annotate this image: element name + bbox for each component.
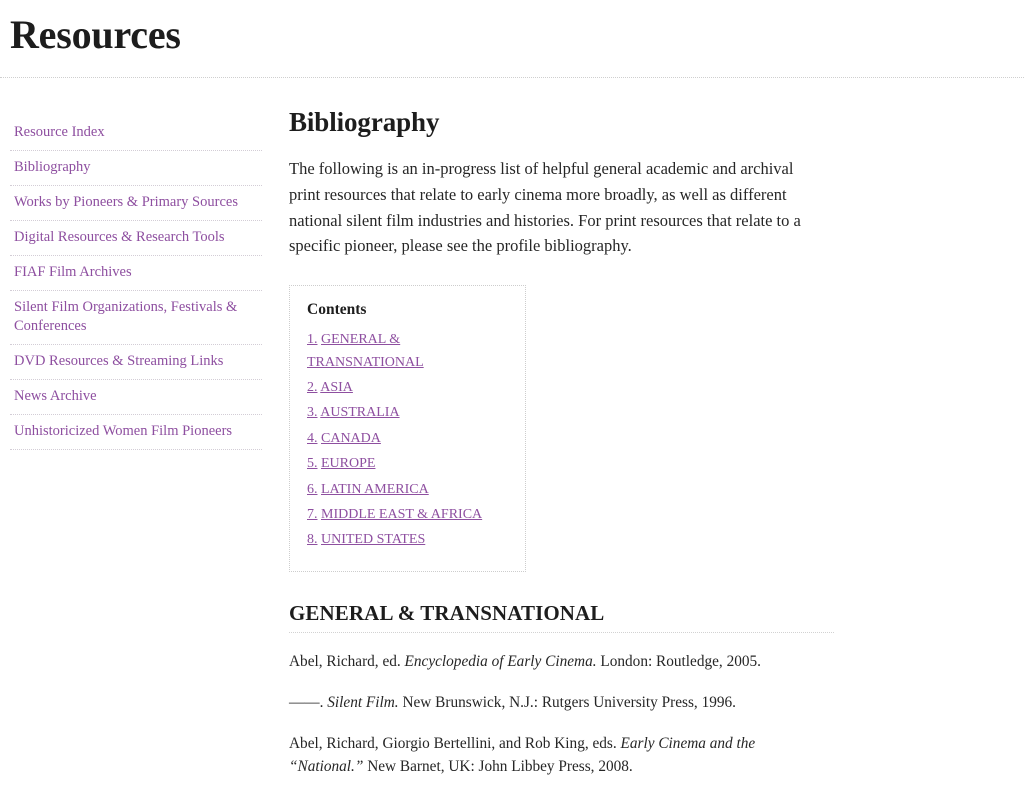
contents-link-united-states[interactable]: UNITED STATES [321, 532, 425, 547]
page-header: Resources [0, 0, 1024, 65]
contents-item[interactable]: LATIN AMERICA [307, 479, 509, 501]
contents-item[interactable]: CANADA [307, 428, 509, 450]
contents-heading: Contents [307, 301, 367, 319]
sidebar-navigation: Resource Index Bibliography Works by Pio… [0, 78, 262, 450]
contents-link-latin-america[interactable]: LATIN AMERICA [321, 482, 429, 497]
entry-title: Encyclopedia of Early Cinema. [404, 652, 597, 670]
bibliography-entry: Abel, Richard, ed. Encyclopedia of Early… [289, 650, 809, 673]
contents-item[interactable]: MIDDLE EAST & AFRICA [307, 504, 509, 526]
contents-item[interactable]: EUROPE [307, 453, 509, 475]
main-content: Bibliography The following is an in-prog… [262, 78, 1002, 796]
contents-item[interactable]: ASIA [307, 377, 509, 399]
contents-item[interactable]: AUSTRALIA [307, 402, 509, 424]
contents-item[interactable]: UNITED STATES [307, 529, 509, 551]
sidebar-item-dvd-resources[interactable]: DVD Resources & Streaming Links [10, 345, 262, 380]
sidebar-item-silent-film-organizations[interactable]: Silent Film Organizations, Festivals & C… [10, 291, 262, 345]
contents-link-europe[interactable]: EUROPE [321, 456, 375, 471]
contents-list: GENERAL & TRANSNATIONAL ASIA AUSTRALIA C… [307, 329, 509, 552]
sidebar-link-dvd-resources[interactable]: DVD Resources & Streaming Links [10, 345, 262, 379]
content-heading: Bibliography [289, 107, 440, 137]
contents-box: Contents GENERAL & TRANSNATIONAL ASIA AU… [289, 285, 526, 572]
entry-prefix: Abel, Richard, Giorgio Bertellini, and R… [289, 734, 621, 752]
sidebar-item-digital-resources[interactable]: Digital Resources & Research Tools [10, 221, 262, 256]
entry-suffix: New Brunswick, N.J.: Rutgers University … [398, 693, 737, 711]
page-layout: Resource Index Bibliography Works by Pio… [0, 78, 1024, 796]
bibliography-heading-divider [289, 631, 834, 633]
sidebar-link-works-by-pioneers[interactable]: Works by Pioneers & Primary Sources [10, 186, 262, 220]
sidebar-list: Resource Index Bibliography Works by Pio… [0, 116, 262, 450]
sidebar-link-unhistoricized-women[interactable]: Unhistoricized Women Film Pioneers [10, 415, 262, 449]
sidebar-item-unhistoricized-women[interactable]: Unhistoricized Women Film Pioneers [10, 415, 262, 450]
entry-prefix: ——. [289, 693, 328, 711]
bibliography-entry: Abel, Richard, Giorgio Bertellini, and R… [289, 732, 809, 778]
contents-link-asia[interactable]: ASIA [320, 380, 353, 395]
bibliography-entry: ——. Silent Film. New Brunswick, N.J.: Ru… [289, 691, 809, 714]
sidebar-link-fiaf-film-archives[interactable]: FIAF Film Archives [10, 256, 262, 290]
contents-link-canada[interactable]: CANADA [321, 431, 381, 446]
sidebar-item-fiaf-film-archives[interactable]: FIAF Film Archives [10, 256, 262, 291]
sidebar-item-news-archive[interactable]: News Archive [10, 380, 262, 415]
sidebar-item-bibliography[interactable]: Bibliography [10, 151, 262, 186]
entry-title: Silent Film. [327, 693, 399, 711]
entry-suffix: New Barnet, UK: John Libbey Press, 2008. [363, 757, 633, 775]
contents-item[interactable]: GENERAL & TRANSNATIONAL [307, 329, 509, 374]
sidebar-link-news-archive[interactable]: News Archive [10, 380, 262, 414]
contents-link-general-transnational[interactable]: GENERAL & TRANSNATIONAL [307, 332, 424, 369]
sidebar-item-works-by-pioneers[interactable]: Works by Pioneers & Primary Sources [10, 186, 262, 221]
bibliography-section-heading: GENERAL & TRANSNATIONAL [289, 600, 605, 625]
intro-paragraph: The following is an in-progress list of … [289, 159, 801, 256]
contents-link-australia[interactable]: AUSTRALIA [320, 405, 399, 420]
entry-suffix: London: Routledge, 2005. [596, 652, 761, 670]
sidebar-link-resource-index[interactable]: Resource Index [10, 116, 262, 150]
sidebar-link-bibliography[interactable]: Bibliography [10, 151, 262, 185]
contents-link-middle-east-africa[interactable]: MIDDLE EAST & AFRICA [321, 507, 482, 522]
page-title: Resources [10, 12, 181, 57]
entry-prefix: Abel, Richard, ed. [289, 652, 405, 670]
sidebar-item-resource-index[interactable]: Resource Index [10, 116, 262, 151]
sidebar-link-silent-film-organizations[interactable]: Silent Film Organizations, Festivals & C… [10, 291, 262, 344]
sidebar-link-digital-resources[interactable]: Digital Resources & Research Tools [10, 221, 262, 255]
